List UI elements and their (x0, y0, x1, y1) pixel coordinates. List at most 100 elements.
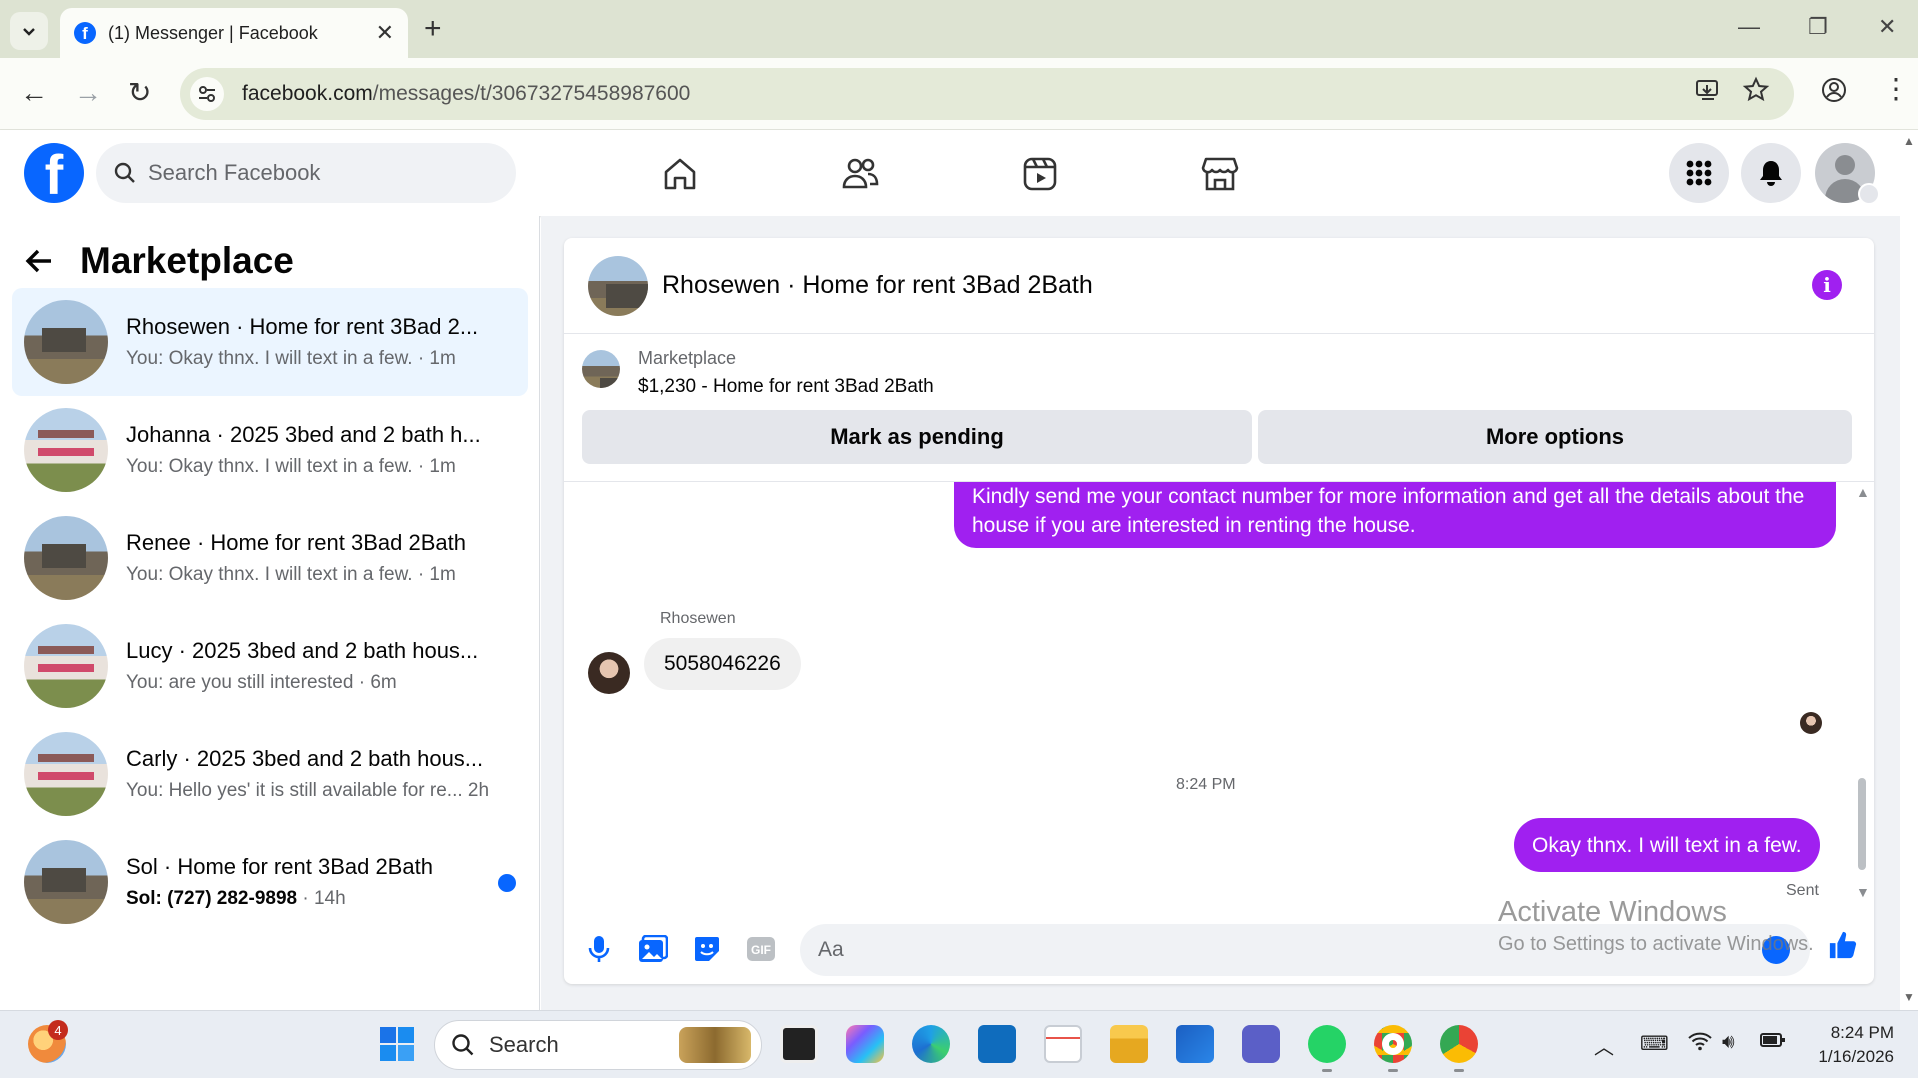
battery-icon[interactable] (1760, 1031, 1786, 1055)
listing-price-title[interactable]: $1,230 - Home for rent 3Bad 2Bath (638, 376, 934, 398)
scroll-up-arrow-icon[interactable]: ▲ (1856, 484, 1870, 500)
chrome-profile-2-icon[interactable] (1440, 1025, 1478, 1063)
clock-time: 8:24 PM (1830, 1023, 1894, 1042)
grid-icon (1686, 160, 1712, 186)
address-bar[interactable]: facebook.com/messages/t/3067327545898760… (180, 68, 1794, 120)
teams-icon[interactable] (1242, 1025, 1280, 1063)
page-scrollbar[interactable]: ▲ ▼ (1900, 130, 1918, 1010)
gif-icon[interactable]: GIF (746, 934, 776, 964)
conversation-item-carly[interactable]: Carly · 2025 3bed and 2 bath hous... You… (12, 720, 528, 828)
listing-thumbnail (24, 300, 108, 384)
whatsapp-icon[interactable] (1308, 1025, 1346, 1063)
menu-grid-button[interactable] (1669, 143, 1729, 203)
profile-icon[interactable] (1820, 76, 1848, 110)
snipping-tool-icon[interactable] (1044, 1025, 1082, 1063)
video-icon[interactable] (1016, 150, 1064, 198)
info-icon[interactable]: i (1812, 270, 1842, 300)
conversation-item-renee[interactable]: Renee · Home for rent 3Bad 2Bath You: Ok… (12, 504, 528, 612)
minimize-button[interactable]: — (1738, 14, 1760, 40)
outgoing-message-latest[interactable]: Okay thnx. I will text in a few. (1514, 818, 1820, 872)
more-options-button[interactable]: More options (1258, 410, 1852, 464)
copilot-icon[interactable] (846, 1025, 884, 1063)
start-button[interactable] (378, 1025, 416, 1063)
conversation-preview: You: are you still interested · 6m (126, 672, 397, 693)
reload-button[interactable]: ↻ (128, 78, 151, 108)
account-chevron-down-icon[interactable] (1858, 183, 1880, 205)
listing-thumbnail (24, 516, 108, 600)
conversation-name: Carly · 2025 3bed and 2 bath hous... (126, 746, 484, 771)
search-icon (114, 162, 135, 183)
listing-card: Marketplace $1,230 - Home for rent 3Bad … (564, 334, 1874, 482)
marketplace-icon[interactable] (1196, 150, 1244, 198)
conversation-preview: You: Okay thnx. I will text in a few. · … (126, 348, 456, 369)
page-scroll-up-icon[interactable]: ▲ (1903, 134, 1915, 148)
windows-taskbar: Search ︿ ⌨ 🔊︎ 8:24 PM 1/16/2026 (0, 1010, 1918, 1078)
conversation-item-lucy[interactable]: Lucy · 2025 3bed and 2 bath hous... You:… (12, 612, 528, 720)
forward-button[interactable]: → (74, 78, 102, 108)
conversation-item-johanna[interactable]: Johanna · 2025 3bed and 2 bath h... You:… (12, 396, 528, 504)
keyboard-icon[interactable]: ⌨ (1640, 1031, 1669, 1056)
notification-badge: 4 (48, 1020, 68, 1040)
site-settings-icon[interactable] (190, 77, 224, 111)
volume-icon[interactable]: 🔊︎ (1722, 1031, 1735, 1054)
chat-listing-thumbnail[interactable] (588, 255, 648, 316)
activate-windows-watermark: Activate Windows Go to Settings to activ… (1498, 896, 1814, 956)
search-placeholder: Search Facebook (148, 160, 321, 185)
wifi-icon[interactable] (1688, 1031, 1712, 1057)
unread-indicator (498, 874, 516, 892)
microsoft-store-icon[interactable] (1176, 1025, 1214, 1063)
microphone-icon[interactable] (584, 934, 614, 964)
back-arrow-icon[interactable] (24, 246, 54, 276)
facebook-logo[interactable]: f (24, 143, 84, 203)
restore-button[interactable]: ❐ (1808, 14, 1828, 40)
sticker-icon[interactable] (692, 934, 722, 964)
friends-icon[interactable] (836, 150, 884, 198)
edge-browser-icon[interactable] (912, 1025, 950, 1063)
mark-as-pending-button[interactable]: Mark as pending (582, 410, 1252, 464)
taskbar-search-label: Search (489, 1032, 559, 1057)
search-highlight-image (679, 1027, 751, 1063)
notifications-button[interactable] (1741, 143, 1801, 203)
taskbar-search-input[interactable]: Search (434, 1020, 762, 1070)
home-icon[interactable] (656, 150, 704, 198)
photo-icon[interactable] (638, 934, 668, 964)
system-clock[interactable]: 8:24 PM 1/16/2026 (1808, 1021, 1894, 1069)
show-hidden-icons-chevron-icon[interactable]: ︿ (1594, 1031, 1614, 1060)
bookmark-star-icon[interactable] (1742, 76, 1770, 109)
page-scroll-down-icon[interactable]: ▼ (1903, 990, 1915, 1004)
back-button[interactable]: ← (20, 78, 48, 108)
sidebar-header: Marketplace (24, 240, 294, 282)
browser-tab-active[interactable]: f (1) Messenger | Facebook ✕ (60, 8, 408, 58)
task-view-icon[interactable] (780, 1025, 818, 1063)
conversation-name: Sol · Home for rent 3Bad 2Bath (126, 854, 433, 879)
outlook-icon[interactable] (978, 1025, 1016, 1063)
scroll-down-arrow-icon[interactable]: ▼ (1856, 884, 1870, 900)
message-input-placeholder: Aa (818, 938, 844, 961)
chat-title[interactable]: Rhosewen · Home for rent 3Bad 2Bath (662, 271, 1093, 300)
message-scrollbar-thumb[interactable] (1858, 778, 1866, 870)
tab-close-icon[interactable]: ✕ (376, 20, 394, 46)
tab-title: (1) Messenger | Facebook (108, 22, 318, 43)
listing-category: Marketplace (638, 348, 737, 368)
read-receipt-avatar (1800, 712, 1822, 734)
listing-thumbnail (24, 732, 108, 816)
close-window-button[interactable]: ✕ (1878, 14, 1896, 40)
url-path: /messages/t/30673275458987600 (372, 82, 691, 105)
svg-text:GIF: GIF (751, 943, 771, 957)
browser-menu-icon[interactable]: ⋮ (1882, 74, 1910, 104)
conversation-item-sol[interactable]: Sol · Home for rent 3Bad 2Bath Sol: (727… (12, 828, 528, 936)
file-explorer-icon[interactable] (1110, 1025, 1148, 1063)
clock-date: 1/16/2026 (1818, 1047, 1894, 1066)
incoming-message[interactable]: 5058046226 (644, 638, 801, 690)
conversation-name: Johanna · 2025 3bed and 2 bath h... (126, 422, 481, 447)
chrome-profile-m-icon[interactable] (1374, 1025, 1412, 1063)
install-app-icon[interactable] (1694, 76, 1722, 109)
facebook-search-input[interactable]: Search Facebook (96, 143, 516, 203)
thumbs-up-icon[interactable] (1828, 930, 1858, 960)
tab-search-button[interactable] (10, 12, 48, 50)
sender-avatar[interactable] (588, 652, 630, 694)
listing-small-thumbnail[interactable] (582, 350, 620, 388)
conversation-item-rhosewen[interactable]: Rhosewen · Home for rent 3Bad 2... You: … (12, 288, 528, 396)
outgoing-message[interactable]: Kindly send me your contact number for m… (954, 482, 1836, 548)
new-tab-button[interactable]: + (424, 14, 442, 44)
